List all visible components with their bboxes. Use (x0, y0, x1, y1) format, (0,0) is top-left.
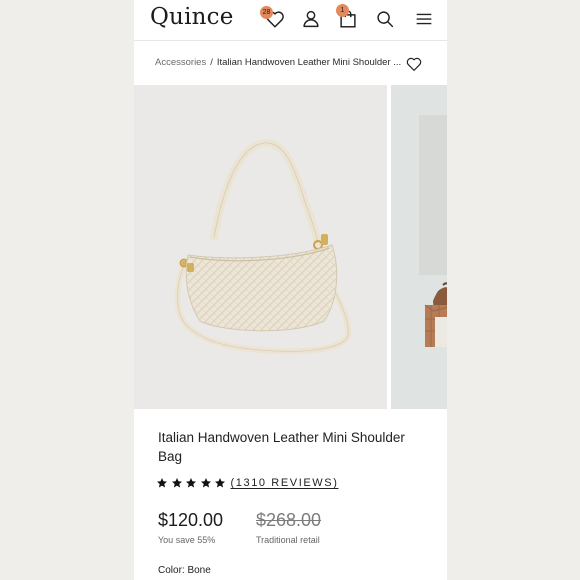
star-icon (214, 477, 226, 489)
search-icon (374, 8, 396, 30)
reviews-link[interactable]: (1310 REVIEWS) (231, 477, 339, 489)
product-page: Quince 28 1 Accessories / Italian Handwo… (134, 0, 447, 580)
star-icon (171, 477, 183, 489)
breadcrumb-current: Italian Handwoven Leather Mini Shoulder … (216, 57, 402, 68)
add-to-wishlist-button[interactable] (405, 55, 423, 73)
search-button[interactable] (374, 8, 396, 30)
product-image-main[interactable] (134, 85, 387, 409)
star-rating (156, 477, 229, 489)
site-header: Quince 28 1 (134, 0, 447, 41)
retail-label: Traditional retail (256, 535, 320, 545)
breadcrumb: Accessories / Italian Handwoven Leather Mi… (155, 57, 401, 68)
menu-button[interactable] (413, 8, 435, 30)
star-icon (156, 477, 168, 489)
menu-icon (413, 8, 435, 30)
account-button[interactable] (300, 8, 322, 30)
retail-price: $268.00 (256, 510, 322, 530)
product-gallery[interactable] (134, 85, 447, 409)
cart-button[interactable]: 1 (336, 4, 359, 30)
heart-icon (405, 57, 423, 77)
sale-price: $120.00 (158, 510, 224, 530)
breadcrumb-parent[interactable]: Accessories (155, 57, 206, 68)
breadcrumb-separator: / (210, 57, 213, 68)
product-rating[interactable]: (1310 REVIEWS) (156, 476, 338, 490)
savings-text: You save 55% (158, 535, 216, 545)
product-title: Italian Handwoven Leather Mini Shoulder … (158, 430, 405, 464)
shoulder-bag-image (174, 138, 352, 355)
wishlist-count-badge: 28 (260, 6, 273, 19)
account-icon (300, 8, 322, 30)
star-icon (185, 477, 197, 489)
color-label: Color: Bone (158, 565, 211, 576)
brand-logo[interactable]: Quince (150, 4, 234, 30)
wishlist-button[interactable]: 28 (260, 6, 286, 30)
cart-count-badge: 1 (336, 4, 349, 17)
star-icon (200, 477, 212, 489)
lifestyle-image (419, 115, 447, 347)
product-image-secondary[interactable] (391, 85, 447, 409)
